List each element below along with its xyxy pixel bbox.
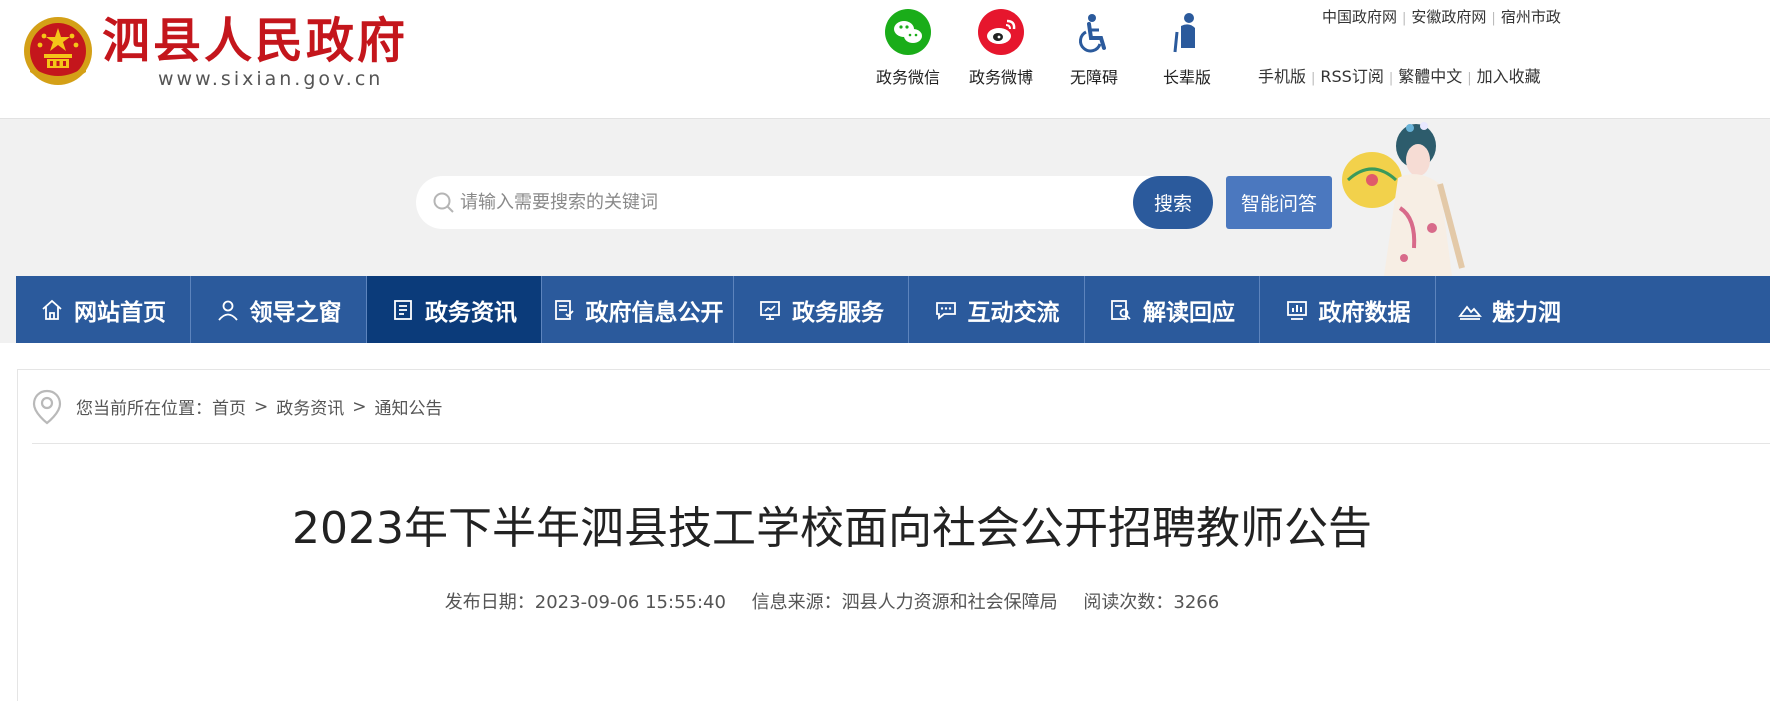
weibo-icon — [978, 9, 1024, 55]
nav-item-interaction[interactable]: 互动交流 — [909, 276, 1085, 343]
landscape-icon — [1458, 305, 1482, 320]
view-count-label: 阅读次数： — [1083, 592, 1174, 613]
nav-item-label: 政府数据 — [1318, 299, 1411, 326]
nav-item-label: 政府信息公开 — [585, 299, 724, 326]
wechat-icon — [885, 9, 931, 55]
top-links: 中国政府网 | 安徽政府网 | 宿州市政 — [1322, 8, 1561, 26]
nav-item-label: 魅力泗 — [1492, 299, 1561, 326]
main-nav: 网站首页 领导之窗 政务资讯 政府信息公开 政务服务 互动交流 解读回应 政府数… — [16, 276, 1770, 343]
ai-qa-button[interactable]: 智能问答 — [1226, 176, 1332, 229]
article-title: 2023年下半年泗县技工学校面向社会公开招聘教师公告 — [292, 503, 1372, 554]
nav-item-leaders[interactable]: 领导之窗 — [191, 276, 367, 343]
top-link[interactable]: 宿州市政 — [1501, 8, 1561, 26]
nav-item-gov-data[interactable]: 政府数据 — [1260, 276, 1436, 343]
monitor-icon — [760, 300, 780, 320]
view-count-value: 3266 — [1173, 592, 1220, 613]
quick-link-label: 政务微信 — [875, 68, 940, 87]
breadcrumb-prefix: 您当前所在位置： — [76, 399, 212, 419]
breadcrumb-notices[interactable]: 通知公告 — [375, 394, 443, 419]
top-link[interactable]: 安徽政府网 — [1411, 8, 1486, 26]
site-name: 泗县人民政府 — [102, 13, 409, 69]
search-button[interactable]: 搜索 — [1133, 176, 1213, 229]
site-logo[interactable]: 泗县人民政府 www.sixian.gov.cn — [22, 12, 442, 92]
quick-link-elder[interactable]: 长辈版 — [1142, 8, 1232, 88]
nav-item-services[interactable]: 政务服务 — [734, 276, 909, 343]
nav-item-label: 解读回应 — [1143, 299, 1235, 326]
list-document-icon — [554, 299, 574, 320]
nav-item-label: 领导之窗 — [249, 299, 342, 326]
nav-item-charm[interactable]: 魅力泗 — [1436, 276, 1570, 343]
nav-item-news[interactable]: 政务资讯 — [367, 276, 542, 343]
article-meta: 发布日期：2023-09-06 15:55:40 信息来源：泗县人力资源和社会保… — [18, 588, 1646, 614]
quick-link-label: 长辈版 — [1162, 68, 1211, 87]
traditional-chinese-link[interactable]: 繁體中文 — [1398, 67, 1462, 86]
header-tools: 手机版 | RSS订阅 | 繁體中文 | 加入收藏 — [1258, 67, 1541, 86]
search-input[interactable] — [460, 186, 1120, 219]
mobile-version-link[interactable]: 手机版 — [1258, 67, 1306, 86]
view-count: 阅读次数：3266 — [1083, 592, 1219, 613]
person-icon — [217, 300, 238, 321]
location-pin-icon — [32, 389, 62, 424]
article-container: 您当前所在位置： 首页 > 政务资讯 > 通知公告 2023年下半年泗县技工学校… — [17, 369, 1770, 701]
info-source-value: 泗县人力资源和社会保障局 — [841, 592, 1058, 613]
breadcrumb-news[interactable]: 政务资讯 — [276, 394, 344, 419]
info-source: 信息来源：泗县人力资源和社会保障局 — [752, 592, 1058, 613]
chat-icon — [935, 301, 956, 320]
nav-item-home[interactable]: 网站首页 — [16, 276, 191, 343]
elder-icon — [1173, 13, 1195, 53]
nav-item-info-disclosure[interactable]: 政府信息公开 — [542, 276, 734, 343]
national-emblem-icon — [24, 17, 92, 85]
search-icon — [433, 192, 454, 213]
chart-icon — [1286, 300, 1307, 320]
rss-link[interactable]: RSS订阅 — [1320, 67, 1383, 86]
bookmark-link[interactable]: 加入收藏 — [1477, 67, 1541, 86]
nav-item-label: 网站首页 — [74, 299, 166, 326]
nav-item-label: 政务资讯 — [425, 299, 517, 326]
quick-link-accessibility[interactable]: 无障碍 — [1049, 8, 1139, 88]
opera-figure-image — [1342, 122, 1465, 276]
publish-date-value: 2023-09-06 15:55:40 — [534, 592, 726, 613]
quick-link-weibo[interactable]: 政务微博 — [956, 8, 1046, 88]
home-icon — [42, 299, 62, 320]
quick-link-label: 无障碍 — [1069, 68, 1118, 87]
site-header: 泗县人民政府 www.sixian.gov.cn 政务微信 政务微博 无障碍 长… — [0, 0, 1770, 119]
top-link[interactable]: 中国政府网 — [1322, 8, 1397, 26]
quick-link-wechat[interactable]: 政务微信 — [863, 8, 953, 88]
search-box: 搜索 — [416, 176, 1213, 229]
breadcrumb-separator: > — [352, 396, 367, 417]
site-url: www.sixian.gov.cn — [158, 68, 384, 90]
search-document-icon — [1111, 299, 1131, 320]
publish-date-label: 发布日期： — [444, 592, 535, 613]
wheelchair-icon — [1078, 14, 1106, 53]
info-source-label: 信息来源： — [751, 592, 842, 613]
nav-item-interpretation[interactable]: 解读回应 — [1085, 276, 1260, 343]
breadcrumb: 您当前所在位置： 首页 > 政务资讯 > 通知公告 — [32, 370, 1770, 444]
breadcrumb-separator: > — [254, 396, 269, 417]
quick-link-label: 政务微博 — [968, 68, 1033, 87]
nav-item-label: 互动交流 — [967, 299, 1060, 326]
publish-date: 发布日期：2023-09-06 15:55:40 — [445, 592, 726, 613]
document-icon — [394, 299, 412, 320]
breadcrumb-home[interactable]: 首页 — [212, 394, 246, 419]
nav-item-label: 政务服务 — [792, 299, 884, 326]
